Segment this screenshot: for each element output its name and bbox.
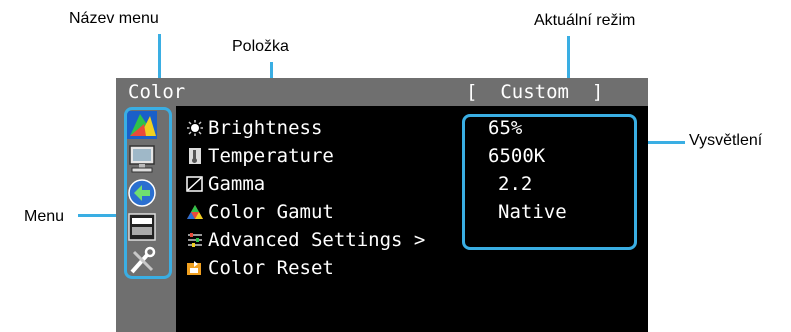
menu-item-label: Temperature bbox=[208, 145, 334, 167]
thermometer-icon bbox=[186, 148, 204, 164]
menu-item-color-reset[interactable]: Color Reset bbox=[186, 254, 334, 282]
menu-item-label: Advanced Settings > bbox=[208, 229, 426, 251]
menu-item-brightness[interactable]: Brightness bbox=[186, 114, 322, 142]
callout-explanation: Vysvětlení bbox=[689, 132, 763, 149]
callout-current-mode: Aktuální režim bbox=[534, 12, 636, 29]
sun-icon bbox=[186, 120, 204, 136]
osd-titlebar: Color [ Custom ] bbox=[116, 78, 648, 106]
menu-title: Color bbox=[128, 81, 186, 103]
menu-highlight-box bbox=[124, 107, 172, 279]
callout-item: Položka bbox=[232, 38, 289, 55]
values-highlight-box bbox=[462, 114, 637, 250]
callout-menu: Menu bbox=[24, 208, 65, 225]
menu-item-gamma[interactable]: Gamma bbox=[186, 170, 265, 198]
menu-item-label: Color Gamut bbox=[208, 201, 334, 223]
callout-menu-name: Název menu bbox=[69, 10, 159, 27]
gamma-icon bbox=[186, 176, 204, 192]
menu-item-label: Brightness bbox=[208, 117, 323, 139]
sliders-icon bbox=[186, 232, 204, 248]
menu-item-label: Color Reset bbox=[208, 257, 334, 279]
reset-icon bbox=[186, 260, 204, 276]
menu-item-temperature[interactable]: Temperature bbox=[186, 142, 334, 170]
triangle-icon bbox=[186, 204, 204, 220]
menu-item-color-gamut[interactable]: Color Gamut bbox=[186, 198, 334, 226]
menu-item-advanced-settings[interactable]: Advanced Settings > bbox=[186, 226, 425, 254]
menu-item-label: Gamma bbox=[208, 173, 266, 195]
current-mode: [ Custom ] bbox=[466, 81, 604, 103]
